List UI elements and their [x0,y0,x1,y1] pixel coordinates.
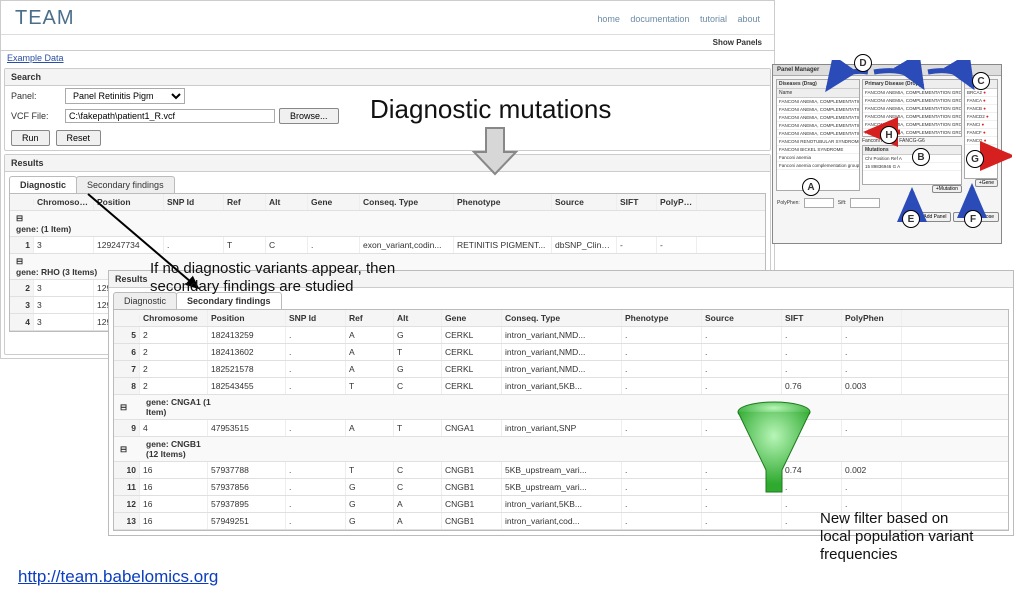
nav-links: home documentation tutorial about [589,14,760,24]
secondary-grid: ChromosomePositionSNP IdRefAltGeneConseq… [113,309,1009,531]
group-cngb1[interactable]: ⊟ gene: CNGB1 (12 Items) [114,437,1008,462]
callout-d: D [854,54,872,72]
table-row[interactable]: 62182413602.ATCERKLintron_variant,NMD...… [114,344,1008,361]
search-header: Search [5,69,770,86]
nav-tutorial[interactable]: tutorial [700,14,727,24]
callout-e: E [902,210,920,228]
panel-select[interactable]: Panel Retinitis Pigm [65,88,185,104]
grid-header-row: ChromosomePositionSNP IdRefAltGeneConseq… [114,310,1008,327]
tab-diagnostic[interactable]: Diagnostic [9,176,77,193]
vcf-input[interactable] [65,109,275,123]
callout-h: H [880,126,898,144]
panel-label: Panel: [11,91,61,101]
reset-button[interactable]: Reset [56,130,102,146]
run-button[interactable]: Run [11,130,50,146]
callout-a: A [802,178,820,196]
table-row[interactable]: 9447953515.ATCNGA1intron_variant,SNP.... [114,420,1008,437]
titlebar: TEAM home documentation tutorial about [1,1,774,35]
nav-home[interactable]: home [597,14,620,24]
callout-b: B [912,148,930,166]
example-data-link[interactable]: Example Data [1,51,774,65]
secondary-results-window: Results Diagnostic Secondary findings Ch… [108,270,1014,536]
vcf-label: VCF File: [11,111,61,121]
table-row[interactable]: 82182543455.TCCERKLintron_variant,5KB...… [114,378,1008,395]
nav-about[interactable]: about [737,14,760,24]
down-arrow-icon [470,124,520,178]
show-panels-button[interactable]: Show Panels [1,35,774,51]
callout-f: F [964,210,982,228]
table-row[interactable]: 111657937856.GCCNGB15KB_upstream_vari...… [114,479,1008,496]
table-row[interactable]: 52182413259.AGCERKLintron_variant,NMD...… [114,327,1008,344]
annotation-secondary: If no diagnostic variants appear, then s… [150,260,395,296]
callout-g: G [966,150,984,168]
team-url-link[interactable]: http://team.babelomics.org [18,567,218,587]
app-title: TEAM [15,7,75,30]
browse-button[interactable]: Browse... [279,108,339,124]
table-row[interactable]: 72182521578.AGCERKLintron_variant,NMD...… [114,361,1008,378]
group-cnga1[interactable]: ⊟ gene: CNGA1 (1 Item) [114,395,1008,420]
callout-c: C [972,72,990,90]
annotation-funnel: New filter based on local population var… [820,510,973,564]
annotation-heading: Diagnostic mutations [370,94,611,125]
funnel-icon [734,400,814,500]
table-row[interactable]: 101657937788.TCCNGB15KB_upstream_vari...… [114,462,1008,479]
results-header: Results [5,155,770,172]
nav-documentation[interactable]: documentation [630,14,689,24]
